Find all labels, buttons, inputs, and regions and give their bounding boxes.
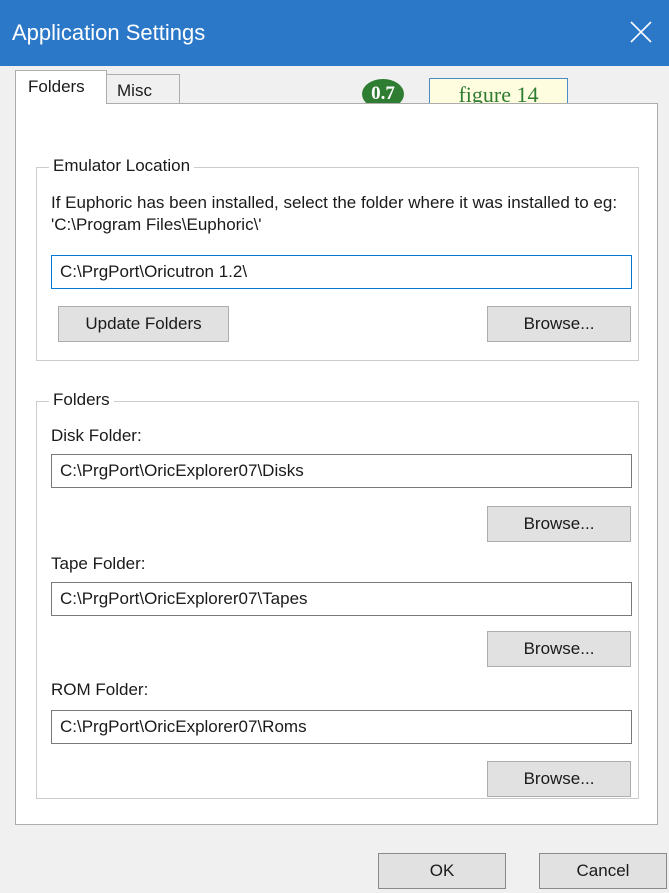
- update-folders-button[interactable]: Update Folders: [58, 306, 229, 342]
- disk-browse-button[interactable]: Browse...: [487, 506, 631, 542]
- folders-tab-panel: Emulator Location If Euphoric has been i…: [15, 103, 658, 825]
- emulator-browse-button[interactable]: Browse...: [487, 306, 631, 342]
- tab-misc[interactable]: Misc: [106, 74, 180, 104]
- settings-window: Application Settings Folders Misc 0.7 fi…: [0, 0, 669, 893]
- close-button[interactable]: [613, 0, 669, 66]
- cancel-button[interactable]: Cancel: [539, 853, 667, 889]
- folders-group: Folders Disk Folder: C:\PrgPort\OricExpl…: [36, 390, 639, 799]
- emulator-description: If Euphoric has been installed, select t…: [51, 193, 618, 234]
- close-icon: [630, 21, 652, 43]
- rom-browse-button[interactable]: Browse...: [487, 761, 631, 797]
- emulator-location-legend: Emulator Location: [49, 156, 195, 176]
- emulator-path-field[interactable]: C:\PrgPort\Oricutron 1.2\: [51, 255, 632, 289]
- rom-folder-label: ROM Folder:: [51, 680, 149, 699]
- tab-folders[interactable]: Folders: [15, 70, 107, 104]
- ok-button[interactable]: OK: [378, 853, 506, 889]
- tape-folder-field[interactable]: C:\PrgPort\OricExplorer07\Tapes: [51, 582, 632, 616]
- title-bar: Application Settings: [0, 0, 669, 66]
- tape-browse-button[interactable]: Browse...: [487, 631, 631, 667]
- disk-folder-label: Disk Folder:: [51, 426, 142, 445]
- window-title: Application Settings: [12, 20, 206, 45]
- rom-folder-field[interactable]: C:\PrgPort\OricExplorer07\Roms: [51, 710, 632, 744]
- tape-folder-label: Tape Folder:: [51, 554, 146, 573]
- emulator-location-group: Emulator Location If Euphoric has been i…: [36, 156, 639, 361]
- folders-legend: Folders: [49, 390, 114, 410]
- tab-strip: Folders Misc 0.7 figure 14: [0, 66, 669, 112]
- disk-folder-field[interactable]: C:\PrgPort\OricExplorer07\Disks: [51, 454, 632, 488]
